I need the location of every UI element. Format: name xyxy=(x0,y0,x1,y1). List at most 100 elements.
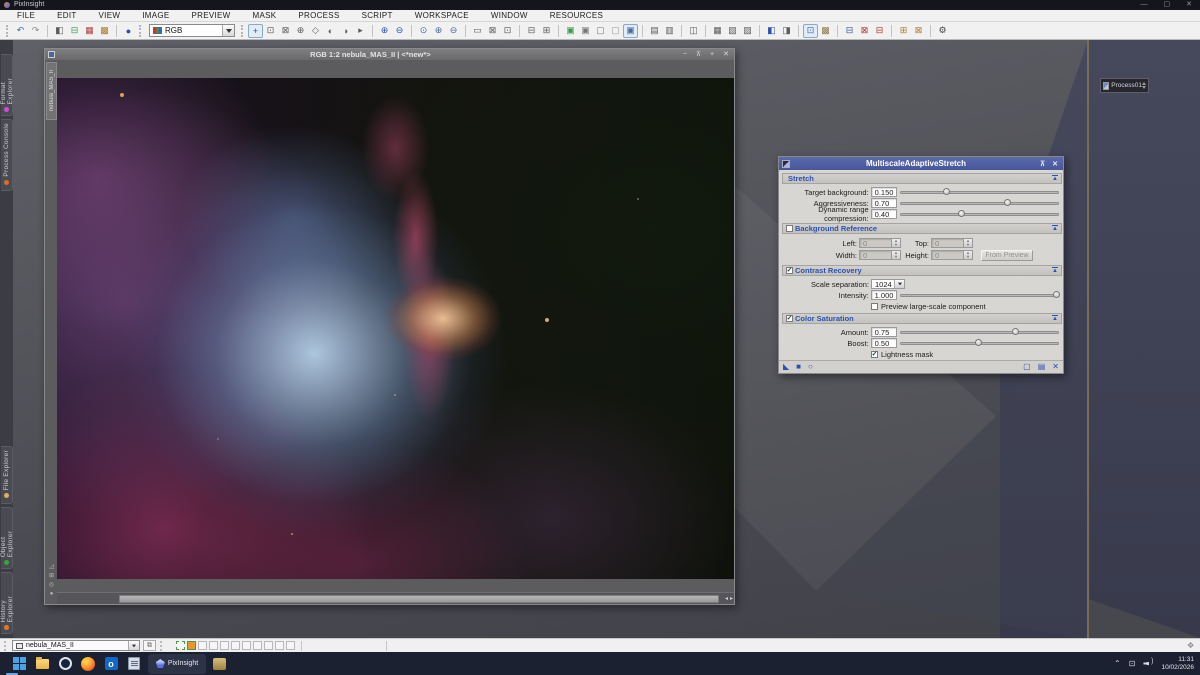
target-background-input[interactable]: 0.150 xyxy=(871,187,897,197)
tile-vertical-icon[interactable]: ◨ xyxy=(779,24,794,38)
workspace-square-1[interactable] xyxy=(176,641,185,650)
clock[interactable]: 11:31 10/02/2026 xyxy=(1161,656,1194,672)
edit-preview-icon[interactable]: ⊠ xyxy=(485,24,500,38)
show-mask-icon[interactable]: ▤ xyxy=(647,24,662,38)
dock-tab-format-explorer[interactable]: Format Explorer xyxy=(1,54,13,116)
section-color-saturation-header[interactable]: ✓ Color Saturation ▲ xyxy=(782,313,1062,324)
hide-docks-icon[interactable]: ⊠ xyxy=(857,24,872,38)
duplicate-window-icon[interactable]: ⊟ xyxy=(67,24,82,38)
dock-tab-process-console[interactable]: Process Console xyxy=(1,119,13,191)
menu-item-workspace[interactable]: WORKSPACE xyxy=(404,11,480,20)
grid-toggle-icon[interactable]: ⊞ xyxy=(49,573,54,580)
dynamic-range-compression-input[interactable]: 0.40 xyxy=(871,209,897,219)
remove-mask-icon[interactable]: ▣ xyxy=(578,24,593,38)
aggressiveness-input[interactable]: 0.70 xyxy=(871,198,897,208)
window-list-icon[interactable]: ◫ xyxy=(686,24,701,38)
statusbar-move-icon[interactable]: ✥ xyxy=(1187,641,1200,650)
boost-slider[interactable] xyxy=(900,338,1059,348)
close-button[interactable]: ✕ xyxy=(1186,0,1192,10)
undo-preview-icon[interactable]: ⊟ xyxy=(524,24,539,38)
background-reference-checkbox[interactable] xyxy=(786,225,793,232)
outlook-taskbar-icon[interactable]: o xyxy=(100,654,122,674)
image-window-zoom-button[interactable]: + xyxy=(710,49,714,60)
dropdown-arrow-icon[interactable] xyxy=(894,280,904,288)
image-window-minimize-button[interactable]: − xyxy=(683,49,687,60)
delete-preview-icon[interactable]: ⊡ xyxy=(500,24,515,38)
zoom-out-icon[interactable]: ⊖ xyxy=(392,24,407,38)
reset-icon[interactable]: ✕ xyxy=(1052,361,1059,373)
redo-icon[interactable]: ↷ xyxy=(28,24,43,38)
image-window-view-tab[interactable]: nebula_MAS_II xyxy=(46,62,57,120)
menu-item-view[interactable]: VIEW xyxy=(88,11,132,20)
wallpaper-icon[interactable]: ▩ xyxy=(818,24,833,38)
workspace-square-11[interactable] xyxy=(286,641,295,650)
pixinsight-taskbar-button[interactable]: PixInsight xyxy=(148,654,206,674)
apply-global-icon[interactable]: ■ xyxy=(796,361,801,373)
dropdown-arrow-icon[interactable] xyxy=(222,25,234,36)
undo-icon[interactable]: ↶ xyxy=(13,24,28,38)
preview-large-scale-checkbox[interactable] xyxy=(871,303,878,310)
dock-tab-file-explorer[interactable]: File Explorer xyxy=(1,446,13,504)
process-icon-process01[interactable]: Process01 xyxy=(1100,78,1149,93)
notes-app-taskbar-icon[interactable] xyxy=(123,654,145,674)
select-mask-icon[interactable]: ▢ xyxy=(593,24,608,38)
workspace-square-5[interactable] xyxy=(220,641,229,650)
section-reset-icon[interactable]: ▲ xyxy=(1052,225,1058,232)
multiscale-adaptive-stretch-dialog[interactable]: MultiscaleAdaptiveStretch ⊼ ✕ Stretch ▲ … xyxy=(778,156,1064,374)
top-input[interactable]: 0 xyxy=(931,238,964,248)
intensity-slider[interactable] xyxy=(900,290,1059,300)
zoom-in-icon[interactable]: ⊕ xyxy=(377,24,392,38)
section-contrast-recovery-header[interactable]: ✓ Contrast Recovery ▲ xyxy=(782,265,1062,276)
cascade-windows-icon[interactable]: ▧ xyxy=(725,24,740,38)
menu-item-resources[interactable]: RESOURCES xyxy=(539,11,614,20)
menu-item-process[interactable]: PROCESS xyxy=(287,11,350,20)
dialog-titlebar[interactable]: MultiscaleAdaptiveStretch ⊼ ✕ xyxy=(779,157,1063,170)
nebula-image-canvas[interactable] xyxy=(57,78,734,579)
realtime-preview-icon[interactable]: ○ xyxy=(808,361,813,373)
scroll-right-icon[interactable]: ▸ xyxy=(730,595,733,603)
rgb-channels-icon[interactable]: ▦ xyxy=(82,24,97,38)
dock-tab-object-explorer[interactable]: Object Explorer xyxy=(1,507,13,569)
color-saturation-checkbox[interactable]: ✓ xyxy=(786,315,793,322)
display-tray-icon[interactable]: ⊡ xyxy=(1129,659,1136,668)
tile-horizontal-icon[interactable]: ◧ xyxy=(764,24,779,38)
image-window-shade-button[interactable]: ⊼ xyxy=(696,49,701,60)
boost-input[interactable]: 0.50 xyxy=(871,338,897,348)
workspace-square-4[interactable] xyxy=(209,641,218,650)
dialog-shade-button[interactable]: ⊼ xyxy=(1040,160,1045,168)
explorer-window-icon[interactable]: ⊞ xyxy=(896,24,911,38)
menu-item-window[interactable]: WINDOW xyxy=(480,11,539,20)
dock-panel-icon[interactable]: ⊟ xyxy=(842,24,857,38)
menu-item-script[interactable]: SCRIPT xyxy=(351,11,404,20)
new-preview-icon[interactable]: ▭ xyxy=(470,24,485,38)
color-management-icon[interactable]: ● xyxy=(121,24,136,38)
scale-separation-dropdown[interactable]: 1024 xyxy=(871,279,905,289)
menu-item-edit[interactable]: EDIT xyxy=(46,11,87,20)
workspace-square-10[interactable] xyxy=(275,641,284,650)
tile-windows-icon[interactable]: ▦ xyxy=(710,24,725,38)
scroll-left-icon[interactable]: ◂ xyxy=(725,595,728,603)
workspace-square-2[interactable] xyxy=(187,641,196,650)
file-explorer-taskbar-icon[interactable] xyxy=(31,654,53,674)
arrange-icons-icon[interactable]: ▨ xyxy=(740,24,755,38)
aggressiveness-slider[interactable] xyxy=(900,198,1059,208)
fit-window-icon[interactable]: ⊖ xyxy=(446,24,461,38)
stf-edit-icon[interactable]: ◑ xyxy=(338,24,353,38)
firefox-taskbar-icon[interactable] xyxy=(77,654,99,674)
password-manager-taskbar-icon[interactable] xyxy=(54,654,76,674)
amount-input[interactable]: 0.75 xyxy=(871,327,897,337)
left-input[interactable]: 0 xyxy=(859,238,892,248)
resize-corner-icon[interactable]: ◿ xyxy=(49,564,54,571)
image-window-close-button[interactable]: ✕ xyxy=(723,49,729,60)
left-spinner[interactable]: ▲▼ xyxy=(892,238,901,248)
top-spinner[interactable]: ▲▼ xyxy=(964,238,973,248)
menu-item-file[interactable]: FILE xyxy=(6,11,46,20)
new-instance-icon[interactable]: ▤ xyxy=(1038,361,1046,373)
center-view-icon[interactable]: ⊕ xyxy=(293,24,308,38)
start-button[interactable] xyxy=(8,654,30,674)
enable-mask-icon[interactable]: ▣ xyxy=(623,24,638,38)
maximize-button[interactable]: ▢ xyxy=(1164,0,1171,10)
view-selector-dropdown[interactable]: nebula_MAS_II xyxy=(12,640,140,651)
zoom-1-1-icon[interactable]: ⊙ xyxy=(416,24,431,38)
dialog-close-button[interactable]: ✕ xyxy=(1052,160,1058,168)
